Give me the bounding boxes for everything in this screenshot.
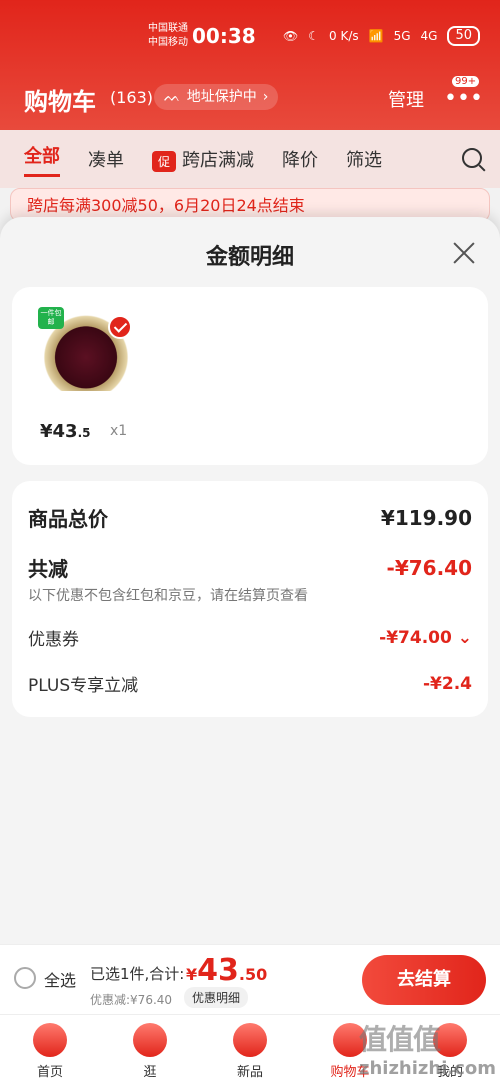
checkout-button[interactable]: 去结算: [362, 955, 486, 1005]
search-icon[interactable]: [462, 148, 482, 168]
chevron-down-icon: ⌄: [457, 627, 472, 648]
discount-text: 优惠减:¥76.40: [90, 993, 173, 1007]
more-icon[interactable]: •••: [444, 86, 483, 111]
shield-icon: ᨓ: [164, 89, 181, 105]
price-main: ¥43: [40, 421, 78, 442]
moon-icon: ☾: [308, 29, 319, 43]
speed-text: 0 K/s: [329, 29, 359, 43]
carrier1: 中国联通: [148, 23, 188, 34]
top-header: 中国联通 中国移动 00:38 👁 ☾ 0 K/s 📶 5G 4G 50 购物车…: [0, 0, 500, 130]
more-badge: 99+: [452, 76, 480, 87]
tab-filter[interactable]: 筛选: [346, 146, 382, 172]
product-price: ¥43.5: [40, 421, 91, 442]
nav-new[interactable]: 新品: [210, 1015, 290, 1080]
network-4g: 4G: [420, 29, 438, 43]
clock: 00:38: [192, 24, 256, 48]
reduction-value: -¥76.40: [386, 555, 472, 580]
price-summary-card: 商品总价 ¥119.90 共减 -¥76.40 以下优惠不包含红包和京豆，请在结…: [12, 481, 488, 717]
total-yen: ¥: [186, 965, 198, 984]
price-dec: .5: [77, 426, 91, 440]
close-icon[interactable]: [450, 239, 478, 267]
coupon-value: -¥74.00 ⌄: [379, 628, 472, 648]
page-title: 购物车: [24, 88, 96, 116]
carrier-text: 中国联通 中国移动: [148, 22, 188, 50]
new-products-icon: [233, 1023, 267, 1057]
promo-tag: 促: [152, 151, 177, 172]
checkout-bar: 全选 已选1件,合计: ¥43.50 优惠减:¥76.40 优惠明细 去结算: [0, 944, 500, 1014]
coupon-amount: -¥74.00: [379, 627, 452, 648]
free-shipping-badge: 一件包邮: [38, 307, 64, 329]
total-row: 商品总价 ¥119.90: [28, 503, 472, 532]
network-5g: 5G: [393, 29, 411, 43]
coupon-row[interactable]: 优惠券 -¥74.00 ⌄: [28, 625, 472, 651]
tab-bundle[interactable]: 凑单: [88, 146, 124, 172]
total-label: 商品总价: [28, 507, 108, 531]
selected-info: 已选1件,合计:: [90, 965, 185, 983]
sheet-title: 金额明细: [205, 245, 294, 270]
reduction-row: 共减 -¥76.40: [28, 553, 472, 582]
product-card: 一件包邮 ¥43.5 x1: [12, 287, 488, 465]
tab-cross-store-label: 跨店满减: [182, 150, 255, 171]
eye-icon: 👁: [283, 29, 299, 43]
watermark: 值值值 zhizhizhi.com: [359, 1018, 496, 1079]
tab-cross-store[interactable]: 促跨店满减: [152, 146, 254, 172]
reduction-label: 共减: [28, 557, 68, 581]
status-icons: 👁 ☾ 0 K/s 📶 5G 4G 50: [283, 26, 480, 46]
address-protection-label: 地址保护中: [186, 89, 257, 105]
tab-all[interactable]: 全部: [24, 142, 60, 177]
cart-tabs: 全部 凑单 促跨店满减 降价 筛选: [0, 130, 500, 188]
product-quantity: x1: [110, 423, 128, 439]
tab-price-drop[interactable]: 降价: [282, 146, 318, 172]
select-all-label[interactable]: 全选: [44, 967, 76, 991]
home-icon: [33, 1023, 67, 1057]
chevron-right-icon: ›: [262, 89, 269, 105]
nav-browse-label: 逛: [143, 1065, 157, 1080]
plus-row: PLUS专享立减 -¥2.4: [28, 671, 472, 697]
address-protection-button[interactable]: ᨓ 地址保护中 ›: [154, 84, 279, 110]
check-icon[interactable]: [108, 315, 132, 339]
total-dec: .50: [238, 965, 268, 984]
wifi-icon: 📶: [368, 29, 384, 43]
battery-icon: 50: [447, 26, 480, 46]
nav-new-label: 新品: [236, 1065, 263, 1080]
discount-detail-button[interactable]: 优惠明细: [184, 987, 249, 1008]
nav-browse[interactable]: 逛: [110, 1015, 190, 1080]
discount-note: 以下优惠不包含红包和京豆，请在结算页查看: [28, 588, 308, 604]
nav-home[interactable]: 首页: [10, 1015, 90, 1080]
browse-icon: [133, 1023, 167, 1057]
watermark-line1: 值值值: [358, 1023, 441, 1056]
select-all-checkbox[interactable]: [14, 967, 36, 989]
nav-home-label: 首页: [36, 1065, 63, 1080]
total-int: 43: [197, 953, 239, 988]
plus-label: PLUS专享立减: [28, 676, 139, 696]
carrier2: 中国移动: [148, 37, 188, 48]
coupon-label: 优惠券: [28, 630, 79, 650]
total-amount: ¥43.50: [186, 953, 267, 988]
plus-value: -¥2.4: [423, 673, 472, 694]
cart-count: (163): [110, 88, 154, 107]
status-bar: 中国联通 中国移动 00:38 👁 ☾ 0 K/s 📶 5G 4G 50: [0, 14, 500, 54]
manage-button[interactable]: 管理: [388, 86, 424, 112]
total-value: ¥119.90: [380, 505, 472, 530]
cart-header: 购物车 (163) ᨓ 地址保护中 › 管理 ••• 99+: [0, 70, 500, 126]
watermark-line2: zhizhizhi.com: [358, 1058, 496, 1079]
